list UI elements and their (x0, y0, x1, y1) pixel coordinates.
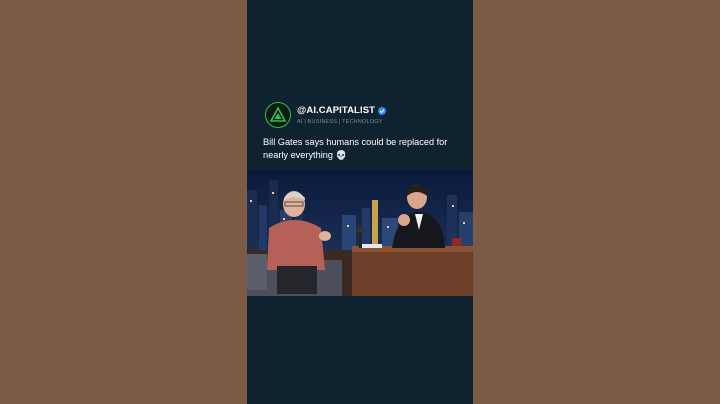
post-caption: Bill Gates says humans could be replaced… (263, 136, 463, 162)
channel-info: @AI.CAPITALIST AI | BUSINESS | TECHNOLOG… (297, 105, 387, 125)
left-blurred-background (0, 0, 247, 404)
channel-tagline: AI | BUSINESS | TECHNOLOGY (297, 119, 383, 125)
verified-badge-icon (378, 106, 387, 115)
skull-icon: 💀 (335, 150, 347, 160)
video-clip[interactable] (247, 170, 473, 296)
ai-capitalist-logo-icon (269, 106, 287, 122)
post-header: @AI.CAPITALIST AI | BUSINESS | TECHNOLOG… (265, 102, 387, 128)
short-video-frame[interactable]: @AI.CAPITALIST AI | BUSINESS | TECHNOLOG… (247, 0, 473, 404)
right-blurred-background (473, 0, 720, 404)
talk-show-scene (247, 170, 473, 296)
caption-text: Bill Gates says humans could be replaced… (263, 137, 448, 160)
channel-avatar[interactable] (265, 102, 291, 128)
channel-handle[interactable]: @AI.CAPITALIST (297, 105, 375, 116)
